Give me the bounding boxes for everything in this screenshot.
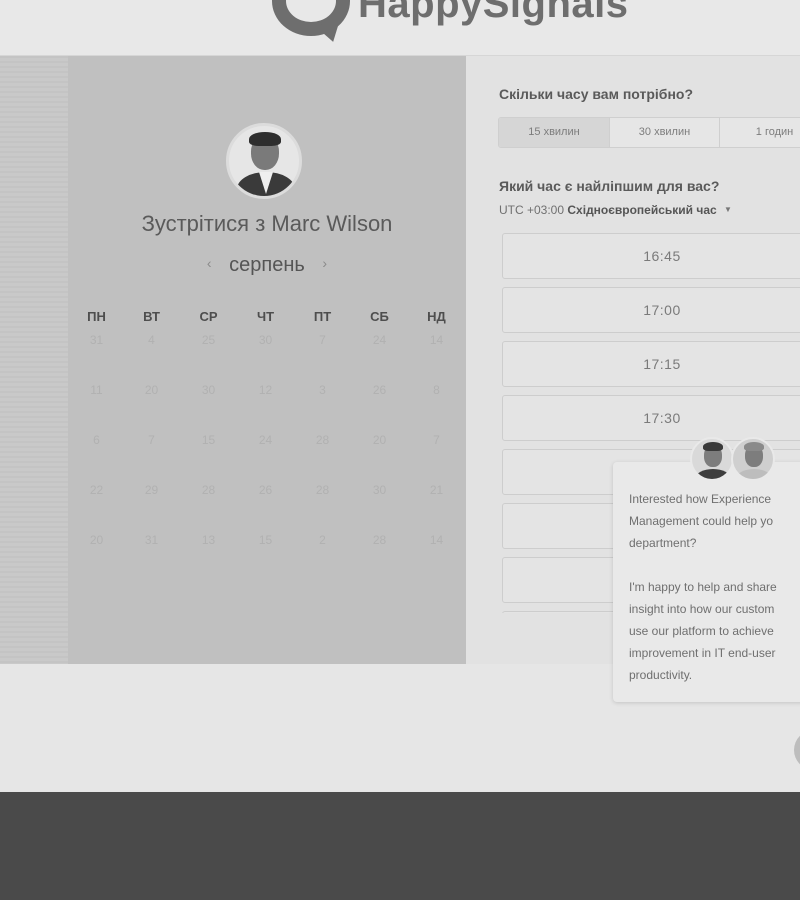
meet-title: Зустрітися з Marc Wilson [68,211,466,237]
calendar-day: 28 [315,433,330,447]
duration-selector: 15 хвилин 30 хвилин 1 годин [498,117,800,148]
calendar-day: 14 [429,333,444,347]
logo-text[interactable]: HappySignals [358,0,629,27]
timezone-name: Східноєвропейський час [567,203,717,217]
calendar-day: 7 [433,433,440,447]
chat-line: use our platform to achieve [629,624,774,638]
calendar-day: 11 [90,383,103,397]
chat-line: Interested how Experience [629,492,772,506]
calendar-day: 30 [372,483,387,497]
time-slot-label: 16:45 [643,248,681,264]
calendar-day: 7 [319,333,326,347]
calendar-day: 31 [89,333,104,347]
weekday-fri: ПТ [313,309,332,324]
chat-launcher-button[interactable] [794,730,800,770]
time-slot[interactable]: 17:15 [502,341,800,387]
calendar-day: 22 [89,483,104,497]
chat-line: I'm happy to help and share [629,580,777,594]
host-calendar-panel: Зустрітися з Marc Wilson ‹ серпень › ПН … [68,56,466,664]
calendar-day: 21 [429,483,444,497]
calendar-day: 13 [201,533,216,547]
time-slot-label: 17:00 [643,302,681,318]
time-slot-label: 17:30 [643,410,681,426]
chat-line: productivity. [629,668,693,682]
time-slot[interactable]: 16:45 [502,233,800,279]
duration-option-15[interactable]: 15 хвилин [499,118,610,147]
calendar-day: 20 [372,433,387,447]
calendar-day: 28 [201,483,216,497]
calendar-day: 20 [144,383,159,397]
weekday-tue: ВТ [143,309,160,324]
calendar-day: 15 [258,533,273,547]
chat-popup[interactable]: Interested how Experience Management cou… [613,462,800,702]
duration-option-60[interactable]: 1 годин [720,118,800,147]
page: HappySignals Зустрітися з Marc Wilson ‹ … [0,0,800,792]
chat-line: improvement in IT end-user [629,646,776,660]
calendar-day: 24 [372,333,387,347]
timezone-offset: UTC +03:00 [499,203,565,217]
calendar-day: 28 [315,483,330,497]
chat-agent-avatar [731,437,775,481]
weekday-mon: ПН [87,309,106,324]
chevron-left-icon[interactable]: ‹ [207,255,212,271]
time-question: Який час є найліпшим для вас? [499,178,720,194]
time-slot-label: 17:15 [643,356,681,372]
calendar-day: 3 [319,383,326,397]
month-label: серпень [229,254,305,276]
calendar-day: 30 [201,383,216,397]
calendar-day: 12 [258,383,273,397]
calendar-day: 30 [258,333,273,347]
duration-option-30[interactable]: 30 хвилин [610,118,720,147]
calendar-day: 20 [89,533,104,547]
calendar-day: 14 [429,533,444,547]
calendar-day: 26 [372,383,387,397]
month-navigation: ‹ серпень › [68,254,466,277]
timezone-selector[interactable]: UTC +03:00 Східноєвропейський час ▼ [499,203,732,217]
caret-down-icon: ▼ [724,205,732,214]
calendar-day: 15 [201,433,216,447]
time-slot[interactable]: 17:00 [502,287,800,333]
host-avatar [226,123,302,199]
calendar-day: 25 [201,333,216,347]
calendar-day: 26 [258,483,273,497]
chat-line: insight into how our custom [629,602,775,616]
calendar-day: 29 [144,483,159,497]
weekday-sat: СБ [370,309,389,324]
left-edge-stripe [0,56,68,664]
calendar-day: 31 [144,533,159,547]
chat-agent-avatar [690,437,734,481]
weekday-sun: НД [427,309,446,324]
weekday-wed: СР [199,309,218,324]
calendar-day: 6 [93,433,100,447]
calendar-day: 24 [258,433,273,447]
chat-line: Management could help yo [629,514,774,528]
header: HappySignals [0,0,800,56]
host-name: Marc Wilson [271,211,393,236]
chat-message: Interested how Experience Management cou… [629,488,800,686]
time-slot[interactable]: 17:30 [502,395,800,441]
calendar-day: 2 [319,533,326,547]
chat-line: department? [629,536,697,550]
chevron-right-icon[interactable]: › [322,255,327,271]
calendar-day: 8 [433,383,440,397]
duration-question: Скільки часу вам потрібно? [499,86,694,102]
meet-title-prefix: Зустрітися з [141,211,266,236]
calendar-day: 7 [148,433,155,447]
calendar-day: 28 [372,533,387,547]
weekday-thu: ЧТ [256,309,275,324]
calendar-day: 4 [148,333,155,347]
footer-band [0,792,800,900]
